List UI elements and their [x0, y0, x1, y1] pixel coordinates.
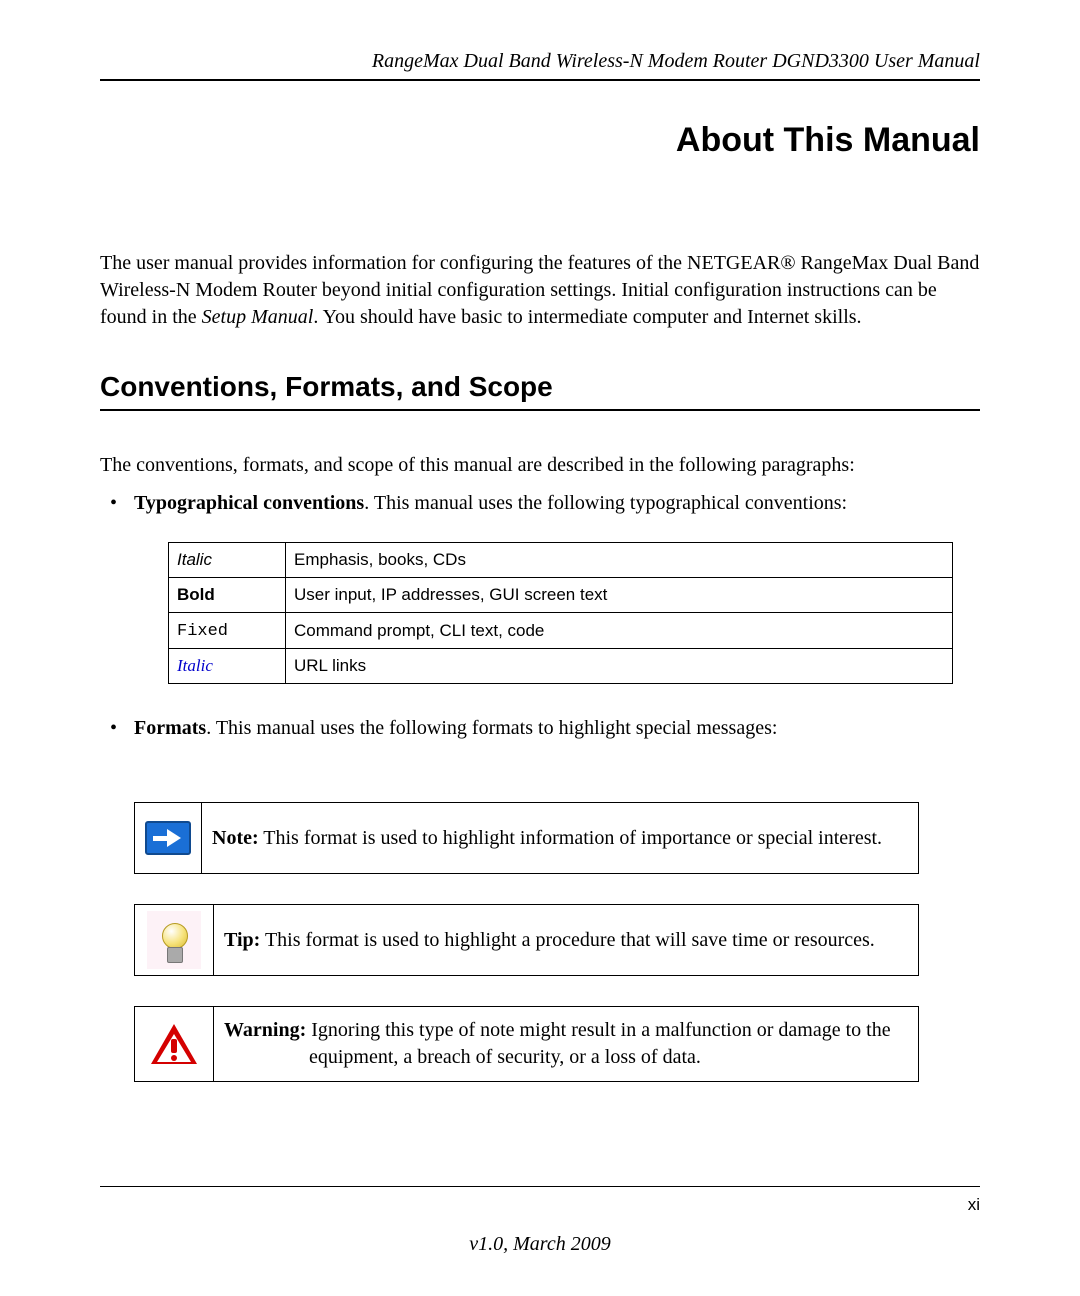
- table-row: Bold User input, IP addresses, GUI scree…: [169, 577, 953, 612]
- conv-name: Fixed: [177, 622, 228, 641]
- note-text: This format is used to highlight informa…: [259, 827, 882, 849]
- note-callout: Note: This format is used to highlight i…: [134, 802, 919, 874]
- warning-text-line1: Ignoring this type of note might result …: [306, 1019, 890, 1041]
- conv-desc: URL links: [286, 649, 953, 684]
- bullet-typo-rest: . This manual uses the following typogra…: [364, 492, 847, 514]
- bullet-formats-label: Formats: [134, 717, 206, 739]
- conv-desc: Emphasis, books, CDs: [286, 543, 953, 578]
- conv-name: Bold: [177, 585, 215, 604]
- conv-desc: User input, IP addresses, GUI screen tex…: [286, 577, 953, 612]
- bullet-formats: Formats. This manual uses the following …: [100, 714, 980, 742]
- bullet-typographical: Typographical conventions. This manual u…: [100, 489, 980, 684]
- table-row: Fixed Command prompt, CLI text, code: [169, 612, 953, 649]
- tip-icon-cell: [135, 905, 214, 975]
- table-row: Italic Emphasis, books, CDs: [169, 543, 953, 578]
- note-label: Note:: [212, 827, 259, 849]
- table-row: Italic URL links: [169, 649, 953, 684]
- conv-desc: Command prompt, CLI text, code: [286, 612, 953, 649]
- warning-triangle-icon: [151, 1024, 197, 1064]
- bullet-formats-rest: . This manual uses the following formats…: [206, 717, 777, 739]
- chapter-title: About This Manual: [100, 121, 980, 160]
- lightbulb-icon: [147, 911, 201, 969]
- intro-paragraph: The user manual provides information for…: [100, 250, 980, 331]
- bullet-typo-label: Typographical conventions: [134, 492, 364, 514]
- conv-name: Italic: [177, 656, 213, 675]
- footer-version: v1.0, March 2009: [100, 1233, 980, 1256]
- warning-label: Warning:: [224, 1019, 306, 1041]
- intro-em: Setup Manual: [202, 306, 314, 328]
- conventions-intro: The conventions, formats, and scope of t…: [100, 451, 980, 479]
- arrow-icon: [145, 821, 191, 855]
- conventions-table: Italic Emphasis, books, CDs Bold User in…: [168, 542, 953, 684]
- section-heading: Conventions, Formats, and Scope: [100, 371, 980, 411]
- tip-text: This format is used to highlight a proce…: [260, 929, 874, 951]
- running-header: RangeMax Dual Band Wireless-N Modem Rout…: [100, 50, 980, 81]
- tip-callout: Tip: This format is used to highlight a …: [134, 904, 919, 976]
- warning-callout: Warning: Ignoring this type of note migh…: [134, 1006, 919, 1082]
- note-icon-cell: [135, 803, 202, 873]
- warning-icon-cell: [135, 1007, 214, 1081]
- warning-text-line2: equipment, a breach of security, or a lo…: [224, 1044, 891, 1071]
- conv-name: Italic: [177, 550, 212, 569]
- tip-label: Tip:: [224, 929, 260, 951]
- page-number: xi: [100, 1187, 980, 1215]
- intro-post: . You should have basic to intermediate …: [313, 306, 861, 328]
